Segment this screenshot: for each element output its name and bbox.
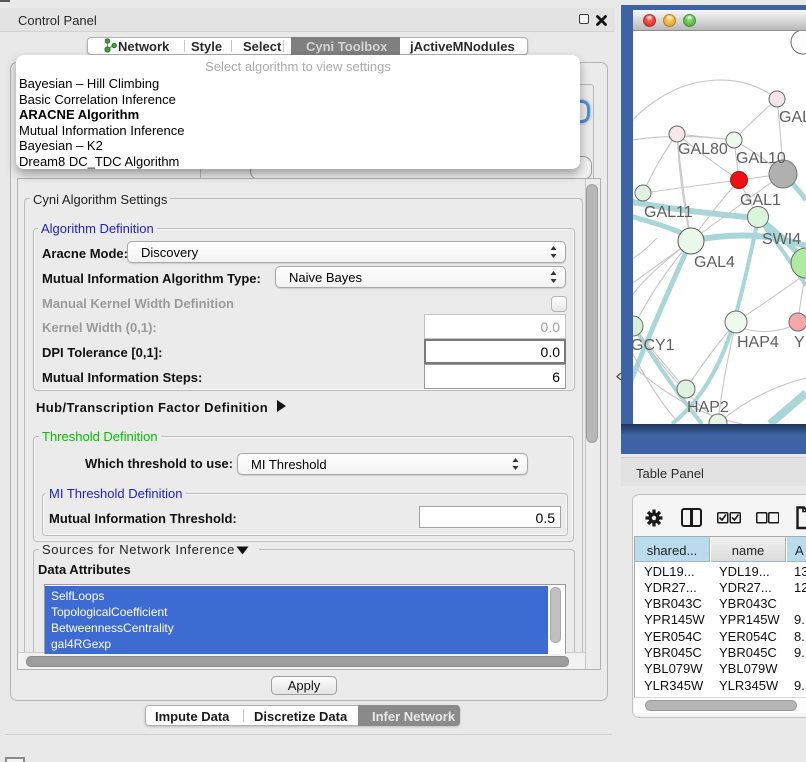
svg-text:GAL1: GAL1 [740, 192, 781, 209]
svg-text:GAL10: GAL10 [736, 150, 786, 167]
svg-text:GAL11: GAL11 [644, 204, 693, 221]
svg-text:HAP4: HAP4 [737, 334, 779, 351]
svg-text:GAL7: GAL7 [779, 109, 806, 126]
svg-text:GCY1: GCY1 [633, 337, 675, 354]
svg-text:GAL80: GAL80 [678, 141, 728, 158]
svg-text:GAL4: GAL4 [694, 254, 735, 271]
svg-text:Y: Y [794, 334, 805, 351]
svg-text:SWI4: SWI4 [762, 231, 801, 248]
svg-text:HAP2: HAP2 [687, 399, 729, 416]
